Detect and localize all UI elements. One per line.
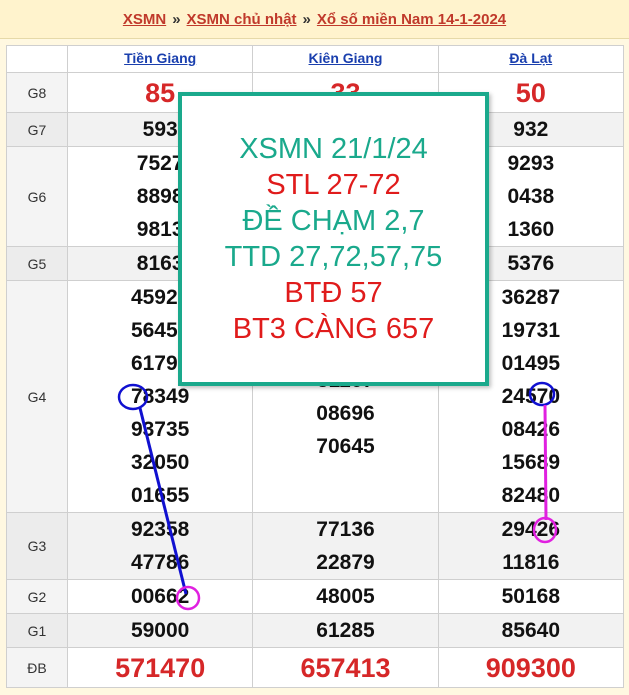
prize-label: G7	[6, 112, 68, 147]
g2-value: 48005	[252, 579, 439, 614]
breadcrumb-link-sunday[interactable]: XSMN chủ nhật	[187, 11, 297, 28]
breadcrumb-separator: »	[302, 10, 311, 28]
popup-line: BT3 CÀNG 657	[232, 313, 435, 345]
g2-value: 00662	[66, 579, 254, 614]
row-db: ĐB 571470 657413 909300	[6, 647, 625, 688]
popup-line: BTĐ 57	[284, 277, 383, 309]
g3-value: 92358	[130, 518, 190, 541]
row-g3: G3 92358 47786 77136 22879 29426 11816	[6, 512, 625, 580]
g3-value: 77136	[316, 518, 375, 541]
popup-line: XSMN 21/1/24	[239, 133, 428, 165]
prize-label: G4	[6, 280, 68, 513]
province-header: Tiền Giang	[66, 45, 254, 73]
g1-value: 61285	[252, 613, 439, 648]
prize-label: G5	[6, 246, 68, 281]
g2-value: 50168	[437, 579, 625, 614]
g3-cell: 92358 47786	[66, 512, 254, 580]
g3-value: 47786	[130, 551, 190, 574]
g4-value: 70645	[316, 434, 375, 458]
special-prize-value: 657413	[252, 647, 439, 688]
province-header: Đà Lạt	[437, 45, 625, 73]
prediction-popup: XSMN 21/1/24 STL 27-72 ĐỀ CHẠM 2,7 TTD 2…	[178, 92, 489, 386]
prize-label: G8	[6, 72, 68, 113]
corner-cell	[6, 45, 68, 73]
province-link-kien-giang[interactable]: Kiên Giang	[309, 50, 383, 66]
breadcrumb-link-xsmn[interactable]: XSMN	[123, 11, 166, 28]
province-link-da-lat[interactable]: Đà Lạt	[509, 50, 552, 66]
g4-value: 82480	[501, 484, 561, 507]
g3-value: 22879	[316, 551, 375, 574]
prize-label: ĐB	[6, 647, 68, 688]
breadcrumb-link-current[interactable]: Xổ số miền Nam 14-1-2024	[317, 11, 506, 28]
popup-line: ĐỀ CHẠM 2,7	[242, 205, 425, 237]
g3-cell: 29426 11816	[437, 512, 625, 580]
prize-label: G3	[6, 512, 68, 580]
g4-value: 08696	[316, 401, 375, 425]
province-link-tien-giang[interactable]: Tiền Giang	[124, 50, 196, 66]
g3-value: 11816	[502, 551, 560, 574]
g4-value: 01655	[130, 484, 190, 507]
special-prize-value: 571470	[66, 647, 254, 688]
g4-value: 32050	[130, 451, 190, 474]
prize-label: G6	[6, 146, 68, 247]
g1-value: 59000	[66, 613, 254, 648]
breadcrumb-separator: »	[172, 10, 181, 28]
g4-value: 08426	[501, 418, 561, 441]
g1-value: 85640	[437, 613, 625, 648]
breadcrumb: XSMN » XSMN chủ nhật » Xổ số miền Nam 14…	[0, 0, 629, 39]
row-g2: G2 00662 48005 50168	[6, 579, 625, 614]
popup-line: STL 27-72	[266, 169, 401, 201]
prize-label: G1	[6, 613, 68, 648]
row-g1: G1 59000 61285 85640	[6, 613, 625, 648]
province-header: Kiên Giang	[252, 45, 439, 73]
prize-label: G2	[6, 579, 68, 614]
g4-value: 15689	[501, 451, 561, 474]
g3-cell: 77136 22879	[252, 512, 439, 580]
g3-value: 29426	[501, 518, 561, 541]
g4-value: 93735	[130, 418, 190, 441]
popup-line: TTD 27,72,57,75	[224, 241, 443, 273]
special-prize-value: 909300	[437, 647, 625, 688]
